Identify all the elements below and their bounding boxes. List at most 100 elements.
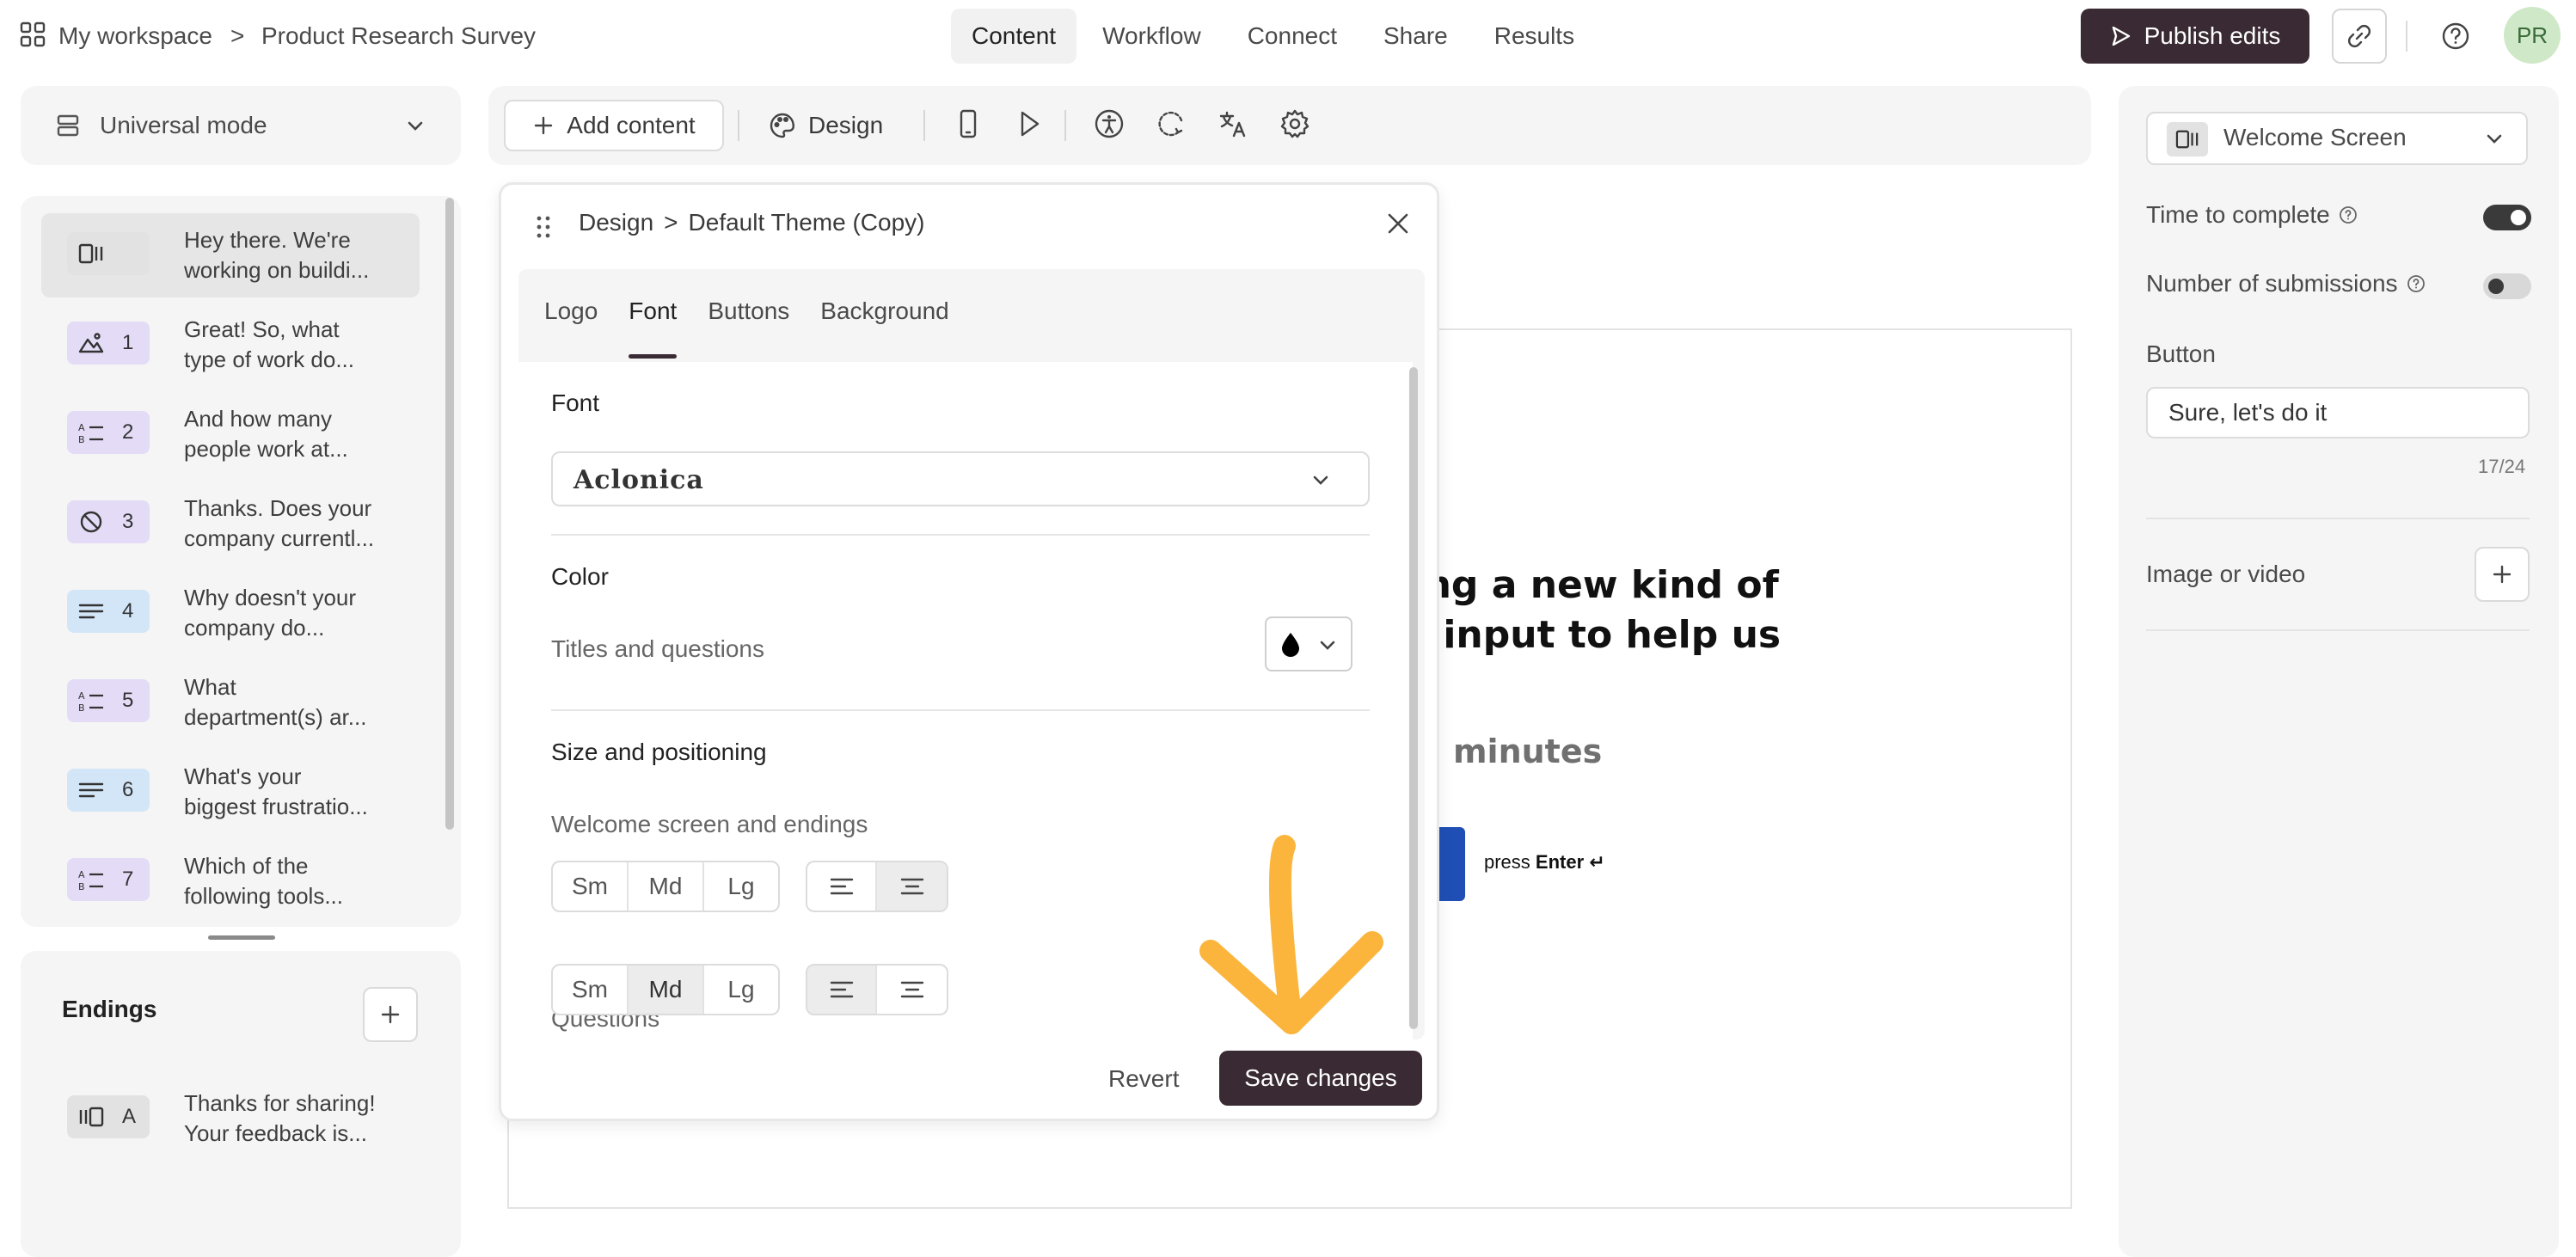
screen-type-select[interactable]: Welcome Screen (2146, 112, 2528, 165)
save-changes-button[interactable]: Save changes (1219, 1051, 1422, 1106)
divider (2406, 21, 2407, 52)
plus-icon (532, 114, 555, 137)
breadcrumb-workspace[interactable]: My workspace (58, 19, 212, 53)
design-button[interactable]: Design (769, 100, 883, 151)
divider (551, 534, 1370, 536)
yes-no-icon (77, 510, 105, 534)
avatar[interactable]: PR (2504, 7, 2561, 64)
align-left-icon (829, 979, 855, 1000)
press-enter-hint: press Enter ↵ (1484, 851, 1605, 874)
add-content-button[interactable]: Add content (504, 100, 724, 151)
settings-gear-icon[interactable] (1279, 108, 1310, 139)
question-list: Hey there. We're working on buildi... 1 … (21, 196, 461, 927)
mode-label: Universal mode (100, 112, 267, 138)
resize-handle[interactable] (208, 935, 275, 940)
question-badge: 6 (67, 769, 150, 812)
info-icon[interactable] (2339, 205, 2358, 224)
list-item[interactable]: 1 Great! So, what type of work do... (41, 303, 420, 387)
size-lg-button[interactable]: Lg (704, 862, 778, 911)
question-number: 6 (122, 778, 134, 801)
add-ending-button[interactable] (363, 987, 418, 1042)
align-center-button[interactable] (877, 966, 947, 1014)
help-icon[interactable] (2440, 21, 2471, 52)
endings-panel: Endings A Thanks for sharing! Your feedb… (21, 951, 461, 1257)
translate-icon[interactable] (1217, 108, 1248, 139)
size-md-button[interactable]: Md (629, 862, 704, 911)
play-icon[interactable] (1015, 108, 1044, 139)
size-sm-button[interactable]: Sm (553, 966, 629, 1014)
add-content-label: Add content (567, 112, 696, 138)
tab-connect[interactable]: Connect (1227, 9, 1358, 64)
grid-icon[interactable] (19, 21, 48, 50)
logic-icon[interactable] (1156, 108, 1187, 139)
image-video-label: Image or video (2146, 561, 2306, 587)
add-media-button[interactable] (2475, 547, 2530, 602)
design-label: Design (808, 112, 884, 138)
tab-share[interactable]: Share (1363, 9, 1469, 64)
svg-text:B: B (78, 881, 85, 892)
link-button[interactable] (2332, 9, 2387, 64)
tab-workflow[interactable]: Workflow (1082, 9, 1222, 64)
press-text: press (1484, 851, 1530, 873)
size-lg-button[interactable]: Lg (704, 966, 778, 1014)
question-badge: 1 (67, 322, 150, 365)
mode-selector[interactable]: Universal mode (21, 86, 461, 165)
annotation-arrow-icon (1197, 832, 1386, 1045)
divider (738, 110, 739, 141)
tab-content[interactable]: Content (951, 9, 1077, 64)
info-icon[interactable] (2407, 274, 2426, 293)
form-title[interactable]: Product Research Survey (261, 19, 536, 53)
welcome-screen-icon (2167, 122, 2208, 156)
color-picker[interactable] (1265, 616, 1352, 671)
svg-text:A: A (78, 869, 85, 880)
breadcrumb-separator: > (230, 22, 245, 49)
divider (923, 110, 925, 141)
list-item-ending[interactable]: A Thanks for sharing! Your feedback is..… (41, 1076, 420, 1161)
button-text-input[interactable]: Sure, let's do it (2146, 387, 2530, 438)
list-item[interactable]: AB 7 Which of the following tools... (41, 839, 420, 923)
picture-choice-icon (77, 331, 105, 355)
sidebar-scrollbar[interactable] (445, 198, 454, 830)
align-center-button[interactable] (877, 862, 947, 911)
editor-toolbar: Add content Design (488, 86, 2091, 165)
font-select[interactable]: Aclonica (551, 451, 1370, 506)
tab-background[interactable]: Background (820, 269, 948, 359)
question-text: Which of the following tools... (184, 853, 343, 909)
list-item[interactable]: 6 What's your biggest frustratio... (41, 750, 420, 834)
publish-button[interactable]: Publish edits (2081, 9, 2309, 64)
list-item[interactable]: AB 2 And how many people work at... (41, 392, 420, 476)
list-item[interactable]: AB 5 What department(s) ar... (41, 660, 420, 745)
list-item-welcome[interactable]: Hey there. We're working on buildi... (41, 213, 420, 297)
align-left-button[interactable] (807, 966, 878, 1014)
list-item[interactable]: 4 Why doesn't your company do... (41, 571, 420, 655)
svg-text:A: A (78, 690, 85, 702)
tab-buttons[interactable]: Buttons (708, 269, 789, 359)
question-number: 2 (122, 420, 134, 444)
align-left-button[interactable] (807, 862, 878, 911)
drag-handle-icon[interactable] (534, 214, 553, 240)
list-item[interactable]: 3 Thanks. Does your company currentl... (41, 481, 420, 566)
question-text: What department(s) ar... (184, 674, 367, 730)
question-number: 3 (122, 510, 134, 533)
welcome-screen-icon (77, 242, 105, 266)
tab-font[interactable]: Font (629, 269, 678, 359)
close-icon[interactable] (1385, 211, 1411, 236)
breadcrumb-design[interactable]: Design (579, 209, 653, 236)
chevron-down-icon (2483, 127, 2505, 150)
size-sm-button[interactable]: Sm (553, 862, 629, 911)
time-to-complete-toggle[interactable] (2483, 205, 2531, 230)
plus-icon (378, 1003, 402, 1027)
modal-scrollbar[interactable] (1409, 367, 1418, 1029)
droplet-icon (1279, 630, 1303, 658)
main-tabs: Content Workflow Connect Share Results (951, 9, 1595, 64)
accessibility-icon[interactable] (1094, 108, 1125, 139)
welcome-endings-label: Welcome screen and endings (551, 811, 868, 837)
tab-results[interactable]: Results (1474, 9, 1595, 64)
revert-button[interactable]: Revert (1108, 1065, 1179, 1093)
titles-questions-label: Titles and questions (551, 635, 764, 662)
mobile-preview-icon[interactable] (954, 108, 982, 139)
submissions-toggle[interactable] (2483, 273, 2531, 299)
size-md-button[interactable]: Md (629, 966, 704, 1014)
tab-logo[interactable]: Logo (544, 269, 598, 359)
question-align-toggle (806, 964, 948, 1015)
